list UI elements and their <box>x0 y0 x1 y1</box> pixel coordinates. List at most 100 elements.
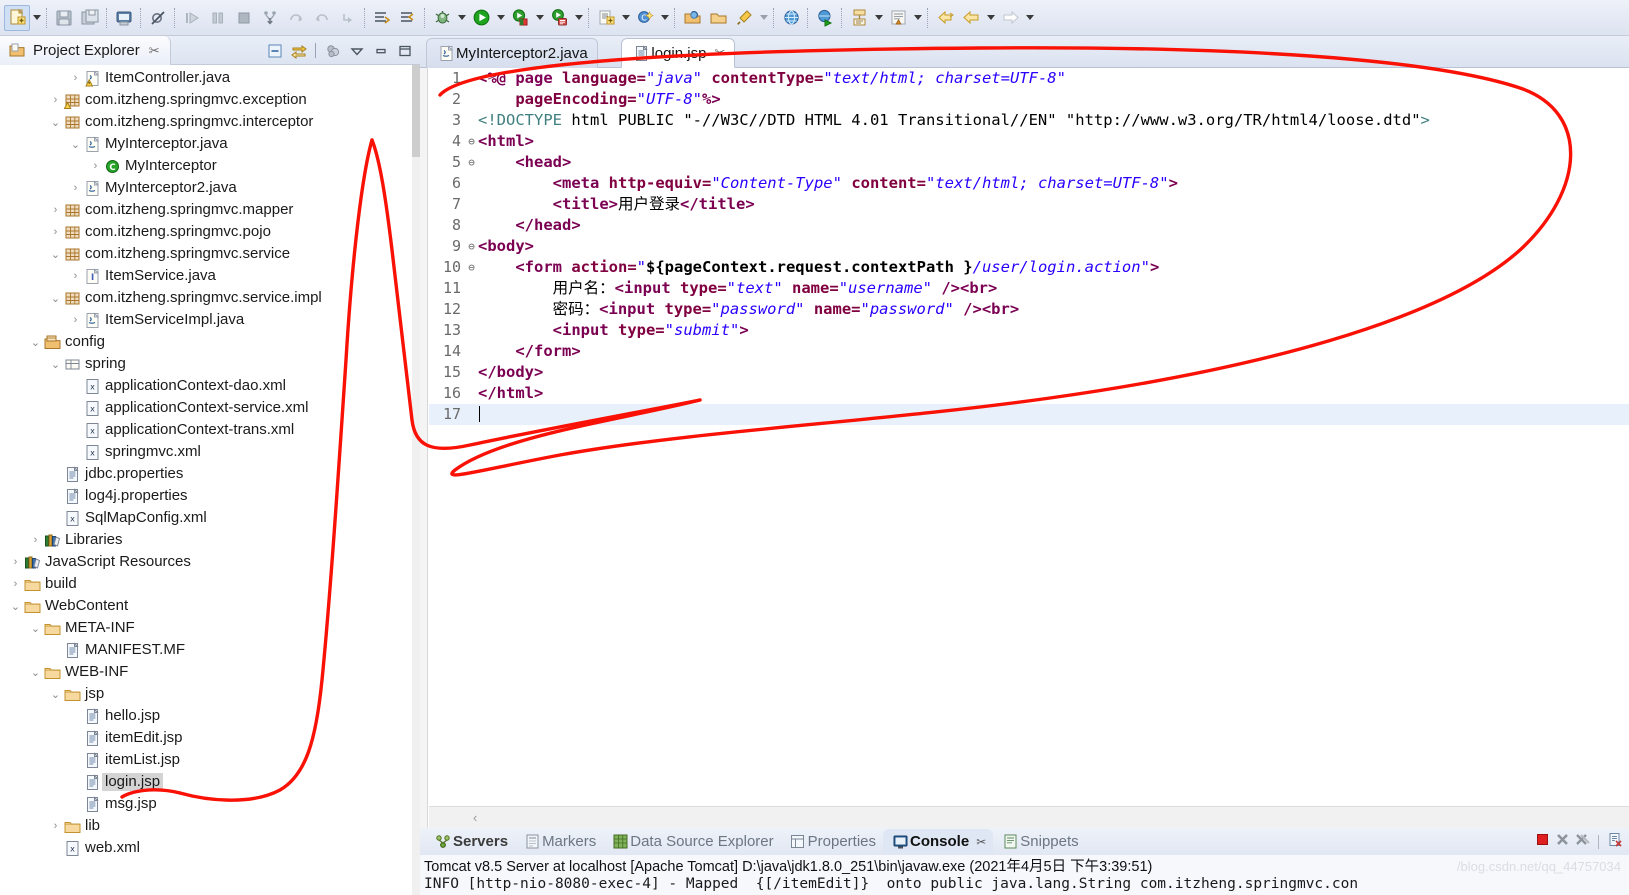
skip-all-breakpoints-button[interactable] <box>145 5 171 31</box>
run-on-server-dropdown-icon[interactable] <box>572 5 585 31</box>
remove-all-terminated-icon[interactable] <box>1575 832 1590 852</box>
bottom-tab-markers[interactable]: Markers <box>515 829 603 854</box>
tree-item[interactable]: › lib <box>0 815 412 837</box>
resume-button[interactable] <box>179 5 205 31</box>
tree-item[interactable]: hello.jsp <box>0 705 412 727</box>
step-return-button[interactable] <box>309 5 335 31</box>
editor-tab-myinterceptor2-java[interactable]: MyInterceptor2.java <box>426 38 598 68</box>
chevron-down-icon[interactable]: ⌄ <box>48 111 63 133</box>
remove-launch-icon[interactable] <box>1555 832 1570 852</box>
close-icon[interactable]: ✂ <box>714 45 725 61</box>
chevron-right-icon[interactable]: › <box>48 815 63 837</box>
code-line[interactable]: 5 ⊖ <head> <box>429 152 1629 173</box>
tree-item[interactable]: x applicationContext-dao.xml <box>0 375 412 397</box>
explorer-scroll-thumb[interactable] <box>412 65 420 157</box>
open-resource-button[interactable] <box>705 5 731 31</box>
code-line[interactable]: 4 ⊖ <html> <box>429 131 1629 152</box>
tree-item[interactable]: MANIFEST.MF <box>0 639 412 661</box>
fold-toggle-icon[interactable]: ⊖ <box>465 236 478 257</box>
suspend-button[interactable] <box>205 5 231 31</box>
tree-item[interactable]: itemList.jsp <box>0 749 412 771</box>
close-icon[interactable]: ✂ <box>976 835 986 849</box>
code-line[interactable]: 13 <input type="submit"> <box>429 320 1629 341</box>
chevron-right-icon[interactable]: › <box>48 89 63 111</box>
tree-item[interactable]: ⌄ MyInterceptor.java <box>0 133 412 155</box>
chevron-down-icon[interactable]: ⌄ <box>48 243 63 265</box>
run-dropdown-icon[interactable] <box>494 5 507 31</box>
tab-project-explorer[interactable]: Project Explorer ✂ <box>0 36 171 65</box>
tree-item[interactable]: x springmvc.xml <box>0 441 412 463</box>
chevron-right-icon[interactable]: › <box>8 573 23 595</box>
code-line[interactable]: 10 ⊖ <form action="${pageContext.request.… <box>429 257 1629 278</box>
code-line[interactable]: 15 </body> <box>429 362 1629 383</box>
search-button[interactable] <box>731 5 757 31</box>
code-line[interactable]: 6 <meta http-equiv="Content-Type" conten… <box>429 173 1629 194</box>
editor-horizontal-scrollbar[interactable]: ‹ <box>429 806 1629 828</box>
code-line[interactable]: 3 <!DOCTYPE html PUBLIC "-//W3C//DTD HTML… <box>429 110 1629 131</box>
back-navigation-button[interactable] <box>932 5 958 31</box>
chevron-right-icon[interactable]: › <box>68 265 83 287</box>
chevron-down-icon[interactable]: ⌄ <box>48 287 63 309</box>
chevron-down-icon[interactable]: ⌄ <box>28 331 43 353</box>
focus-on-active-task-icon[interactable] <box>322 40 344 62</box>
tree-item[interactable]: ⌄ META-INF <box>0 617 412 639</box>
tree-item[interactable]: msg.jsp <box>0 793 412 815</box>
chevron-down-icon[interactable]: ⌄ <box>28 661 43 683</box>
step-into-button[interactable] <box>257 5 283 31</box>
chevron-right-icon[interactable]: › <box>48 199 63 221</box>
tree-item[interactable]: › com.itzheng.springmvc.exception <box>0 89 412 111</box>
console-output[interactable]: INFO [http-nio-8080-exec-4] - Mapped {[/… <box>420 876 1629 895</box>
chevron-right-icon[interactable]: › <box>88 155 103 177</box>
tree-item[interactable]: › C MyInterceptor <box>0 155 412 177</box>
tree-item[interactable]: › ItemServiceImpl.java <box>0 309 412 331</box>
tree-item[interactable]: ⌄ jsp <box>0 683 412 705</box>
web-preview-button[interactable] <box>812 5 838 31</box>
terminate-icon[interactable] <box>1535 832 1550 852</box>
chevron-right-icon[interactable]: › <box>68 309 83 331</box>
chevron-down-icon[interactable]: ⌄ <box>48 683 63 705</box>
tree-item[interactable]: log4j.properties <box>0 485 412 507</box>
tree-item[interactable]: ⌄ config <box>0 331 412 353</box>
run-external-tools-button[interactable] <box>507 5 533 31</box>
forward-dropdown-icon[interactable] <box>1023 5 1036 31</box>
tree-item[interactable]: › Libraries <box>0 529 412 551</box>
bottom-tab-snippets[interactable]: Snippets <box>993 829 1085 854</box>
tree-item[interactable]: › MyInterceptor2.java <box>0 177 412 199</box>
web-browser-button[interactable] <box>778 5 804 31</box>
search-dropdown-icon[interactable] <box>757 5 770 31</box>
code-line[interactable]: 1 <%@ page language="java" contentType="t… <box>429 68 1629 89</box>
tree-item[interactable]: › I ItemService.java <box>0 265 412 287</box>
chevron-down-icon[interactable]: ⌄ <box>28 617 43 639</box>
collapse-all-icon[interactable] <box>264 40 286 62</box>
debug-button[interactable] <box>429 5 455 31</box>
new-jsp-file-button[interactable] <box>846 5 872 31</box>
chevron-right-icon[interactable]: › <box>8 551 23 573</box>
new-class-dropdown-icon[interactable] <box>658 5 671 31</box>
run-on-server-button[interactable] <box>546 5 572 31</box>
code-line[interactable]: 14 </form> <box>429 341 1629 362</box>
chevron-right-icon[interactable]: › <box>68 177 83 199</box>
tree-item-selected[interactable]: login.jsp <box>0 771 412 793</box>
tree-item[interactable]: › build <box>0 573 412 595</box>
code-line-current[interactable]: 17 <box>429 404 1629 425</box>
new-html-dropdown-icon[interactable] <box>911 5 924 31</box>
tree-item[interactable]: ⌄ com.itzheng.springmvc.interceptor <box>0 111 412 133</box>
save-button[interactable] <box>51 5 77 31</box>
new-java-project-dropdown-icon[interactable] <box>619 5 632 31</box>
tree-item[interactable]: ⌄ WEB-INF <box>0 661 412 683</box>
code-line[interactable]: 7 <title>用户登录</title> <box>429 194 1629 215</box>
bottom-tab-properties[interactable]: Properties <box>781 829 883 854</box>
link-with-editor-icon[interactable] <box>288 40 310 62</box>
close-icon[interactable]: ✂ <box>149 43 160 59</box>
tree-item[interactable]: ⌄ spring <box>0 353 412 375</box>
debug-dropdown-icon[interactable] <box>455 5 468 31</box>
tree-item[interactable]: ⌄ com.itzheng.springmvc.service.impl <box>0 287 412 309</box>
chevron-right-icon[interactable]: › <box>68 67 83 89</box>
tree-item[interactable]: itemEdit.jsp <box>0 727 412 749</box>
code-line[interactable]: 16 </html> <box>429 383 1629 404</box>
code-line[interactable]: 8 </head> <box>429 215 1629 236</box>
editor-tab-login-jsp[interactable]: login.jsp ✂ <box>621 38 736 68</box>
run-button[interactable] <box>468 5 494 31</box>
tree-item[interactable]: x web.xml <box>0 837 412 859</box>
code-line[interactable]: 11 用户名：<input type="text" name="username… <box>429 278 1629 299</box>
